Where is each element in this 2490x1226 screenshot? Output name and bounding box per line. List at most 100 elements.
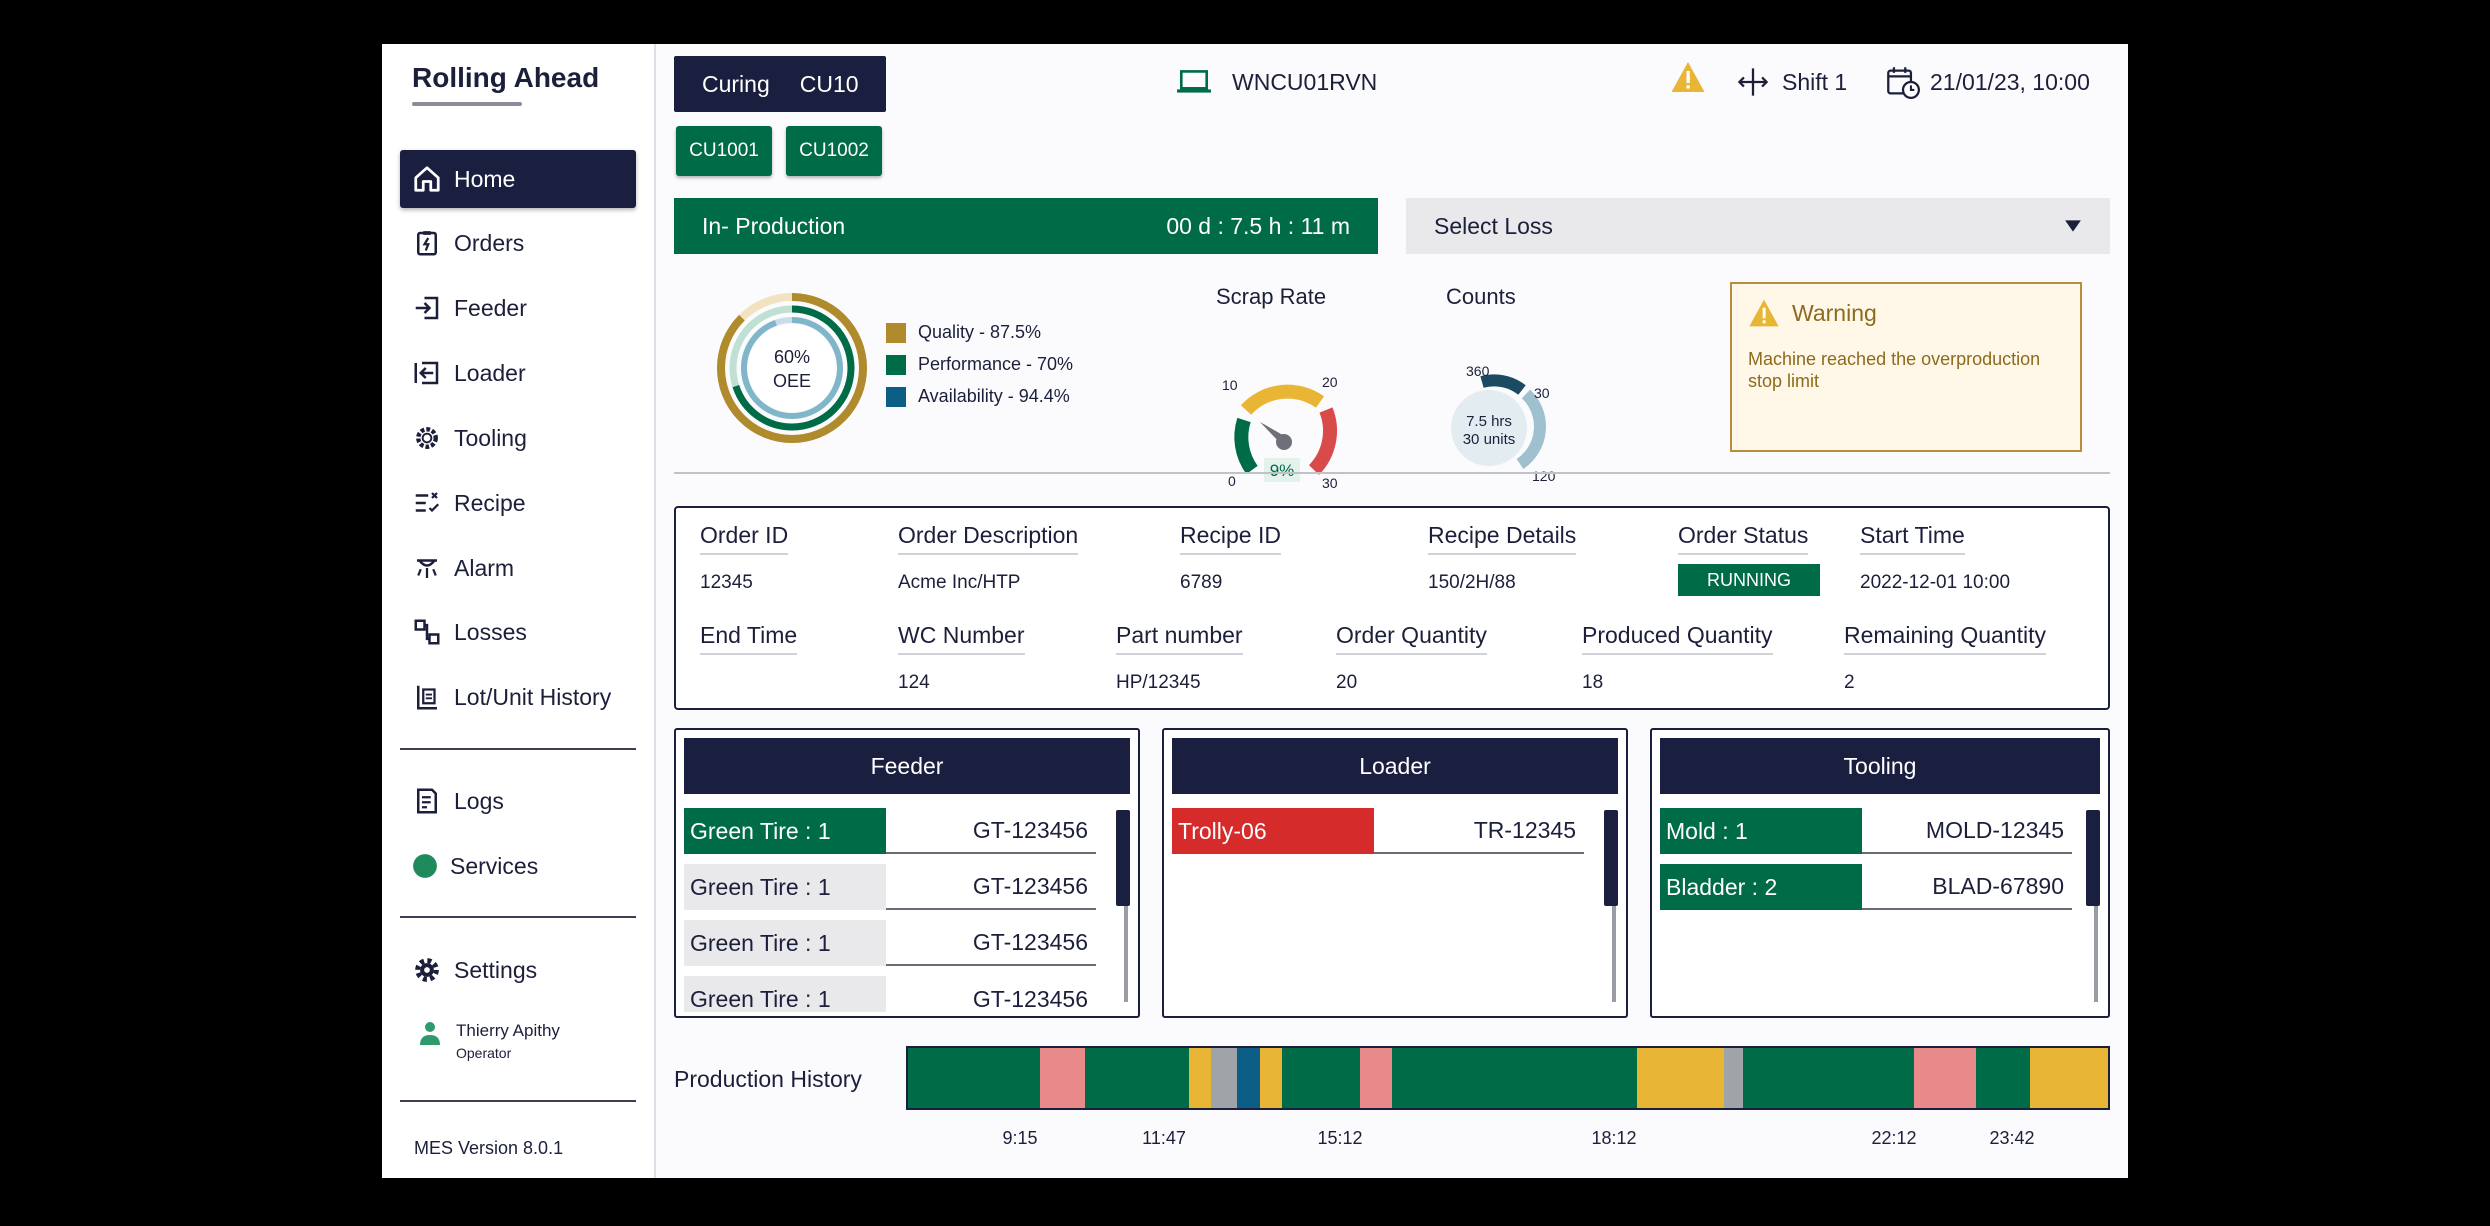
list-item[interactable]: Green Tire : 1 GT-123456 <box>684 920 1096 966</box>
remaining-quantity-label: Remaining Quantity <box>1844 622 2046 655</box>
timeline-segment-idle[interactable] <box>1188 1048 1212 1108</box>
timeline-segment-idle[interactable] <box>1259 1048 1283 1108</box>
sidebar-item-tooling[interactable]: Tooling <box>400 409 636 467</box>
sidebar-item-lot-history[interactable]: Lot/Unit History <box>400 668 636 726</box>
oee-label: OEE <box>773 371 811 391</box>
oee-value: 60% <box>774 347 810 367</box>
svg-text:120: 120 <box>1532 468 1556 484</box>
order-id-label: Order ID <box>700 522 789 555</box>
curing-selector[interactable]: Curing CU10 <box>674 56 886 112</box>
timeline-label: 15:12 <box>1317 1128 1363 1148</box>
list-item[interactable]: Green Tire : 1 GT-123456 <box>684 864 1096 910</box>
select-loss-label: Select Loss <box>1434 212 1553 239</box>
sidebar-item-label: Lot/Unit History <box>454 683 612 710</box>
sidebar-item-feeder[interactable]: Feeder <box>400 279 636 337</box>
user-name[interactable]: Thierry Apithy <box>456 1021 560 1041</box>
timeline-segment-idle[interactable] <box>1636 1048 1725 1108</box>
legend-performance: Performance - 70% <box>886 354 1073 375</box>
svg-text:20: 20 <box>1322 374 1338 390</box>
timeline-segment-off[interactable] <box>1724 1048 1744 1108</box>
brand-underline <box>412 102 522 106</box>
timeline-segment-idle[interactable] <box>2030 1048 2108 1108</box>
timeline-segment-loss[interactable] <box>1359 1048 1392 1108</box>
curing-label: Curing <box>702 70 770 97</box>
tooling-panel-title: Tooling <box>1660 738 2100 794</box>
sidebar-item-label: Feeder <box>454 294 527 321</box>
remaining-quantity-value: 2 <box>1844 672 1855 693</box>
list-item[interactable]: Bladder : 2 BLAD-67890 <box>1660 864 2072 910</box>
sidebar-item-alarm[interactable]: Alarm <box>400 539 636 597</box>
recipe-id-label: Recipe ID <box>1180 522 1281 555</box>
sidebar-item-logs[interactable]: Logs <box>400 772 636 830</box>
sidebar-item-home[interactable]: Home <box>400 150 636 208</box>
order-description-value: Acme Inc/HTP <box>898 572 1021 593</box>
timeline-segment-run[interactable] <box>1391 1048 1637 1108</box>
part-number-value: HP/12345 <box>1116 672 1201 693</box>
sidebar: Rolling Ahead Home Orders Feeder Loader … <box>382 44 656 1178</box>
machine-name: WNCU01RVN <box>1176 62 1377 102</box>
produced-quantity-label: Produced Quantity <box>1582 622 1773 655</box>
scrollbar-thumb[interactable] <box>1116 810 1130 906</box>
sidebar-item-services[interactable]: Services <box>400 837 636 895</box>
counts-hours: 7.5 hrs <box>1466 413 1512 430</box>
production-history-title: Production History <box>674 1066 862 1092</box>
warning-icon[interactable] <box>1670 60 1706 94</box>
sub-unit-button-cu1002[interactable]: CU1002 <box>786 126 882 176</box>
recipe-details-value: 150/2H/88 <box>1428 572 1516 593</box>
svg-text:30: 30 <box>1322 475 1338 491</box>
select-loss-dropdown[interactable]: Select Loss <box>1406 198 2110 254</box>
app-window: Rolling Ahead Home Orders Feeder Loader … <box>382 44 2128 1178</box>
sidebar-item-recipe[interactable]: Recipe <box>400 474 636 532</box>
scrollbar-thumb[interactable] <box>1604 810 1618 906</box>
list-item[interactable]: Mold : 1 MOLD-12345 <box>1660 808 2072 854</box>
gear-icon <box>415 958 439 982</box>
caret-down-icon <box>2065 220 2081 232</box>
timeline-segment-off[interactable] <box>1211 1048 1237 1108</box>
start-time-value: 2022-12-01 10:00 <box>1860 572 2011 593</box>
sidebar-item-settings[interactable]: Settings <box>400 941 636 999</box>
tooling-icon <box>416 427 438 449</box>
list-item[interactable]: Green Tire : 1 GT-123456 <box>684 808 1096 854</box>
list-item[interactable]: Trolly-06 TR-12345 <box>1172 808 1584 854</box>
warning-message: Machine reached the overproduction stop … <box>1748 349 2041 391</box>
alarm-icon <box>417 559 437 578</box>
curing-code: CU10 <box>799 70 859 97</box>
scrollbar-thumb[interactable] <box>2086 810 2100 906</box>
end-time-label: End Time <box>700 622 798 655</box>
logs-icon <box>417 788 437 814</box>
timeline-label: 9:15 <box>1002 1128 1038 1148</box>
recipe-id-value: 6789 <box>1180 572 1223 593</box>
counts-gauge: 7.5 hrs 30 units 360 30 120 <box>1451 363 1556 484</box>
production-status: In- Production <box>702 212 846 239</box>
timeline-segment-run[interactable] <box>908 1048 1041 1108</box>
timeline-segment-setup[interactable] <box>1237 1048 1260 1108</box>
user-avatar-icon <box>420 1022 440 1045</box>
timeline-segment-run[interactable] <box>1085 1048 1189 1108</box>
clipboard-icon <box>417 231 437 256</box>
wc-number-label: WC Number <box>898 622 1025 655</box>
counts-units: 30 units <box>1463 431 1516 448</box>
timeline-segment-run[interactable] <box>1975 1048 2031 1108</box>
recipe-icon <box>415 492 440 513</box>
version-label: MES Version 8.0.1 <box>414 1138 564 1158</box>
main-content: Curing CU10 CU1001 CU1002 WNCU01RVN Shif… <box>656 44 2128 1178</box>
timeline-label: 18:12 <box>1591 1128 1637 1148</box>
recipe-details-label: Recipe Details <box>1428 522 1577 555</box>
production-history-timeline[interactable] <box>906 1046 2110 1110</box>
calendar-clock-icon <box>1887 67 1920 99</box>
sidebar-item-label: Orders <box>454 229 525 256</box>
loader-panel-title: Loader <box>1172 738 1618 794</box>
sub-unit-button-cu1001[interactable]: CU1001 <box>676 126 772 176</box>
timeline-segment-loss[interactable] <box>1914 1048 1976 1108</box>
tooling-panel: Tooling Mold : 1 MOLD-12345 Bladder : 2 … <box>1650 728 2110 1018</box>
sidebar-item-losses[interactable]: Losses <box>400 603 636 661</box>
list-item[interactable]: Green Tire : 1 GT-123456 <box>684 976 1096 1012</box>
timeline-segment-run[interactable] <box>1282 1048 1360 1108</box>
timeline-segment-run[interactable] <box>1743 1048 1915 1108</box>
svg-text:360: 360 <box>1466 363 1490 379</box>
sidebar-item-orders[interactable]: Orders <box>400 214 636 272</box>
timeline-segment-loss[interactable] <box>1040 1048 1086 1108</box>
svg-text:30: 30 <box>1534 385 1550 401</box>
sidebar-item-loader[interactable]: Loader <box>400 344 636 402</box>
order-description-label: Order Description <box>898 522 1079 555</box>
